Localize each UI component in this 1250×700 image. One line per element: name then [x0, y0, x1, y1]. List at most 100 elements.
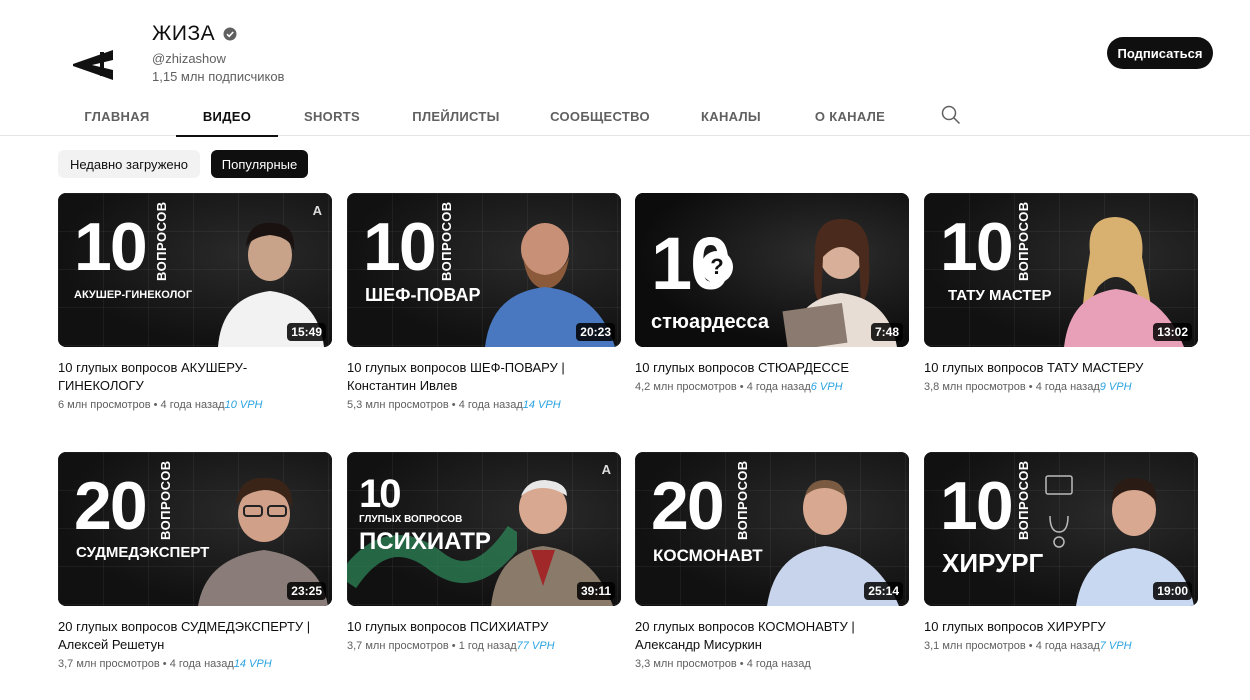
zhiza-logo-icon[interactable] [58, 18, 128, 88]
video-meta: 3,1 млн просмотров • 4 года назад7 VPH [924, 640, 1132, 652]
thumb-vertical-text: ВОПРОСОВ [154, 201, 169, 281]
view-count: 5,3 млн просмотров [347, 399, 449, 411]
video-card[interactable]: 10 ВОПРОСОВ ШЕФ-ПОВАР 20:23 10 глупых во… [347, 193, 621, 411]
channel-tabs: ГЛАВНАЯ ВИДЕО SHORTS ПЛЕЙЛИСТЫ СООБЩЕСТВ… [0, 96, 1250, 137]
thumb-profession: ПСИХИАТР [359, 528, 491, 555]
tab-playlists[interactable]: ПЛЕЙЛИСТЫ [398, 96, 514, 136]
tab-community[interactable]: СООБЩЕСТВО [540, 96, 660, 136]
video-thumbnail[interactable]: 10 ГЛУПЫХ ВОПРОСОВ ПСИХИАТР A 39:11 [347, 452, 621, 606]
thumb-number: 10 [940, 468, 1014, 544]
thumb-profession: СУДМЕДЭКСПЕРТ [76, 544, 210, 561]
video-title[interactable]: 10 глупых вопросов ШЕФ-ПОВАРУ | Констант… [347, 359, 612, 395]
vph-badge: 14 VPH [233, 658, 272, 670]
video-card[interactable]: 10 ВОПРОСОВ ХИРУРГ 19:00 10 глупых вопро… [924, 452, 1198, 652]
channel-name: ЖИЗА [152, 22, 216, 45]
svg-text:?: ? [710, 254, 723, 279]
video-card[interactable]: 10 ? стюардесса 7:48 10 глупых вопросов … [635, 193, 909, 393]
view-count: 3,7 млн просмотров [347, 640, 449, 652]
upload-age: 4 года назад [160, 399, 225, 411]
thumb-number: 10 [363, 209, 437, 285]
duration-badge: 20:23 [576, 323, 615, 341]
vph-badge: 14 VPH [522, 399, 561, 411]
video-card[interactable]: 10 ГЛУПЫХ ВОПРОСОВ ПСИХИАТР A 39:11 10 г… [347, 452, 621, 652]
view-count: 3,8 млн просмотров [924, 381, 1026, 393]
tab-channels[interactable]: КАНАЛЫ [690, 96, 772, 136]
video-card[interactable]: 10 ВОПРОСОВ ТАТУ МАСТЕР 13:02 10 глупых … [924, 193, 1198, 393]
upload-age: 4 года назад [746, 658, 811, 670]
thumb-profession: стюардесса [651, 311, 770, 333]
vph-badge: 10 VPH [224, 399, 263, 411]
video-meta: 5,3 млн просмотров • 4 года назад14 VPH [347, 399, 561, 411]
video-thumbnail[interactable]: 10 ВОПРОСОВ ТАТУ МАСТЕР 13:02 [924, 193, 1198, 347]
subscriber-count: 1,15 млн подписчиков [152, 69, 285, 84]
video-card[interactable]: 20 ВОПРОСОВ СУДМЕДЭКСПЕРТ 23:25 20 глупы… [58, 452, 332, 670]
tab-about[interactable]: О КАНАЛЕ [802, 96, 898, 136]
video-meta: 3,8 млн просмотров • 4 года назад9 VPH [924, 381, 1132, 393]
video-title[interactable]: 10 глупых вопросов ПСИХИАТРУ [347, 618, 612, 636]
upload-age: 4 года назад [746, 381, 811, 393]
channel-title: ЖИЗА [152, 22, 237, 46]
video-title[interactable]: 20 глупых вопросов КОСМОНАВТУ | Александ… [635, 618, 900, 654]
duration-badge: 19:00 [1153, 582, 1192, 600]
video-card[interactable]: 20 ВОПРОСОВ КОСМОНАВТ 25:14 20 глупых во… [635, 452, 909, 670]
thumb-profession: АКУШЕР-ГИНЕКОЛОГ [74, 289, 193, 301]
video-title[interactable]: 10 глупых вопросов ТАТУ МАСТЕРУ [924, 359, 1189, 377]
video-meta: 3,7 млн просмотров • 4 года назад14 VPH [58, 658, 272, 670]
tab-home[interactable]: ГЛАВНАЯ [58, 96, 176, 136]
upload-age: 4 года назад [458, 399, 523, 411]
thumb-profession: КОСМОНАВТ [653, 546, 763, 565]
upload-age: 4 года назад [1035, 640, 1100, 652]
tab-videos[interactable]: ВИДЕО [176, 96, 278, 137]
video-thumbnail[interactable]: 10 ВОПРОСОВ ХИРУРГ 19:00 [924, 452, 1198, 606]
thumb-number: 20 [74, 468, 148, 544]
video-title[interactable]: 10 глупых вопросов ХИРУРГУ [924, 618, 1189, 636]
thumb-vertical-text: ВОПРОСОВ [1016, 201, 1031, 281]
upload-age: 4 года назад [1035, 381, 1100, 393]
vph-badge: 6 VPH [810, 381, 843, 393]
duration-badge: 13:02 [1153, 323, 1192, 341]
vph-badge: 9 VPH [1099, 381, 1132, 393]
view-count: 3,1 млн просмотров [924, 640, 1026, 652]
duration-badge: 39:11 [576, 582, 615, 600]
brand-mark: A [312, 203, 322, 218]
view-count: 6 млн просмотров [58, 399, 151, 411]
video-thumbnail[interactable]: 10 ВОПРОСОВ АКУШЕР-ГИНЕКОЛОГ A 15:49 [58, 193, 332, 347]
video-title[interactable]: 10 глупых вопросов АКУШЕРУ-ГИНЕКОЛОГУ [58, 359, 323, 395]
duration-badge: 23:25 [287, 582, 326, 600]
thumb-vertical-text: ВОПРОСОВ [158, 460, 173, 540]
thumb-profession: ТАТУ МАСТЕР [948, 287, 1052, 304]
view-count: 3,7 млн просмотров [58, 658, 160, 670]
duration-badge: 15:49 [287, 323, 326, 341]
vph-badge: 77 VPH [516, 640, 555, 652]
thumb-vertical-text: ВОПРОСОВ [1016, 460, 1031, 540]
thumb-number: 10 [359, 472, 401, 516]
thumb-number: 10 [940, 209, 1014, 285]
subscribe-button[interactable]: Подписаться [1107, 37, 1213, 69]
thumb-vertical-text: ГЛУПЫХ ВОПРОСОВ [359, 514, 463, 525]
brand-mark: A [601, 462, 611, 477]
vph-badge: 7 VPH [1099, 640, 1132, 652]
search-icon[interactable] [940, 104, 962, 126]
video-meta: 3,7 млн просмотров • 1 год назад77 VPH [347, 640, 555, 652]
verified-check-icon [223, 27, 237, 41]
upload-age: 4 года назад [169, 658, 234, 670]
video-thumbnail[interactable]: 20 ВОПРОСОВ КОСМОНАВТ 25:14 [635, 452, 909, 606]
thumb-profession: ШЕФ-ПОВАР [365, 285, 481, 305]
video-card[interactable]: 10 ВОПРОСОВ АКУШЕР-ГИНЕКОЛОГ A 15:49 10 … [58, 193, 332, 411]
video-thumbnail[interactable]: 20 ВОПРОСОВ СУДМЕДЭКСПЕРТ 23:25 [58, 452, 332, 606]
thumb-vertical-text: ВОПРОСОВ [439, 201, 454, 281]
chip-recent[interactable]: Недавно загружено [58, 150, 200, 178]
chip-popular[interactable]: Популярные [211, 150, 308, 178]
thumb-number: 10 [74, 209, 148, 285]
video-thumbnail[interactable]: 10 ? стюардесса 7:48 [635, 193, 909, 347]
tab-shorts[interactable]: SHORTS [290, 96, 374, 136]
video-title[interactable]: 10 глупых вопросов СТЮАРДЕССЕ [635, 359, 900, 377]
video-meta: 4,2 млн просмотров • 4 года назад6 VPH [635, 381, 843, 393]
video-thumbnail[interactable]: 10 ВОПРОСОВ ШЕФ-ПОВАР 20:23 [347, 193, 621, 347]
video-title[interactable]: 20 глупых вопросов СУДМЕДЭКСПЕРТУ | Алек… [58, 618, 323, 654]
duration-badge: 7:48 [870, 323, 903, 341]
duration-badge: 25:14 [864, 582, 903, 600]
thumb-profession: ХИРУРГ [942, 548, 1044, 578]
thumb-number: 20 [651, 468, 725, 544]
channel-header: ЖИЗА @zhizashow 1,15 млн подписчиков Под… [0, 0, 1250, 96]
